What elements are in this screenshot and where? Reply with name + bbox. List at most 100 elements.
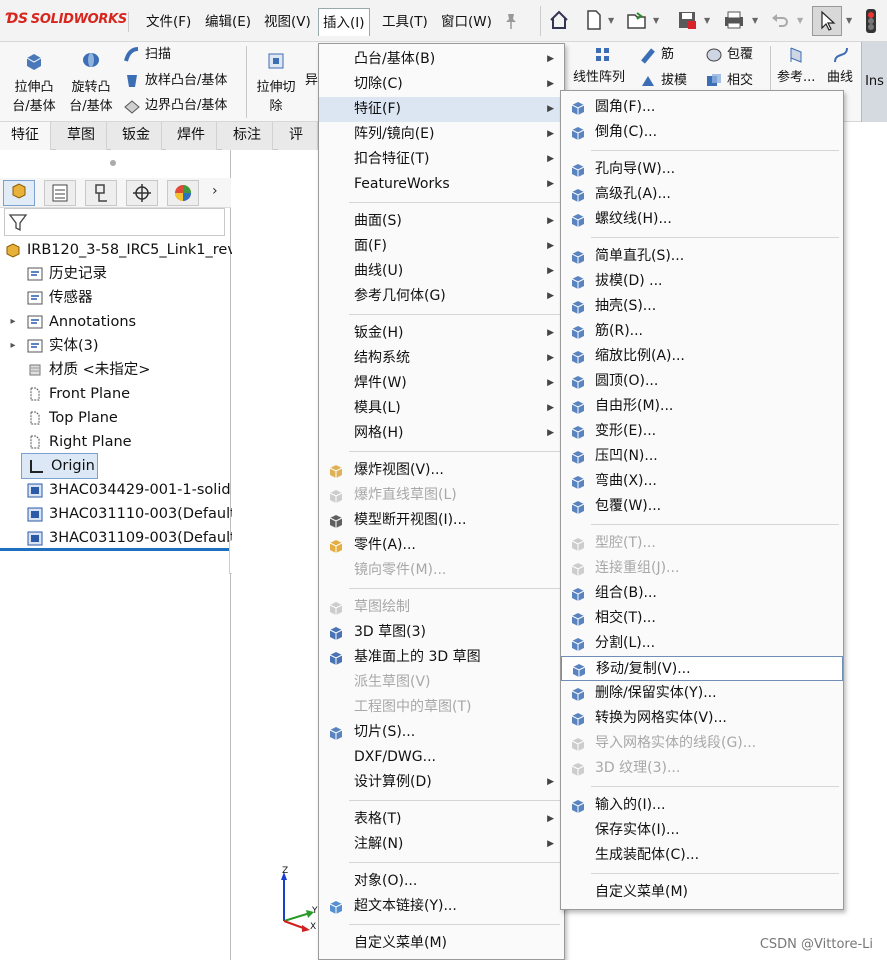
menu-item-feature_menu-11[interactable]: 缩放比例(A)... [561,344,843,369]
expand-arrow-icon[interactable]: ▸ [6,310,20,334]
revolve-boss-button[interactable]: 旋转凸 台/基体 [63,50,119,116]
extrude-cut-button[interactable]: 拉伸切 除 [248,50,304,116]
menu-item-feature_menu-23[interactable]: 分割(L)... [561,631,843,656]
tree-filter-input[interactable] [4,208,225,236]
menu-item-insert_menu-3[interactable]: 阵列/镜向(E) ▶ [319,122,564,147]
print-dropdown-icon[interactable]: ▼ [752,16,758,25]
traffic-light-icon[interactable] [864,8,878,34]
menu-item-insert_menu-2[interactable]: 特征(F) ▶ [319,97,564,122]
menu-item-feature_menu-10[interactable]: 筋(R)... [561,319,843,344]
select-dropdown-icon[interactable]: ▼ [846,16,852,25]
menu-item-feature_menu-34[interactable]: 自定义菜单(M) [561,880,843,905]
reference-geometry-button[interactable]: 参考... [777,67,815,89]
menu-item-insert_menu-8[interactable]: 面(F) ▶ [319,234,564,259]
menu-window[interactable]: 窗口(W) [437,8,496,36]
menu-view[interactable]: 视图(V) [260,8,315,36]
tab-3[interactable]: 焊件 [166,122,217,150]
open-dropdown-icon[interactable]: ▼ [653,16,659,25]
open-icon[interactable] [625,9,649,31]
undo-icon[interactable] [770,10,790,30]
tree-item[interactable]: Right Plane [6,430,132,454]
tree-item[interactable]: Origin [21,453,98,479]
boundary-boss-button[interactable]: 边界凸台/基体 [123,95,227,117]
intersect-button[interactable]: 相交 [705,70,753,92]
menu-item-insert_menu-39[interactable]: 自定义菜单(M) [319,931,564,956]
menu-item-feature_menu-5[interactable]: 螺纹线(H)... [561,207,843,232]
menu-item-feature_menu-12[interactable]: 圆顶(O)... [561,369,843,394]
extrude-boss-button[interactable]: 拉伸凸 台/基体 [6,50,62,116]
menu-item-insert_menu-31[interactable]: 设计算例(D) ▶ [319,770,564,795]
menu-item-feature_menu-9[interactable]: 抽壳(S)... [561,294,843,319]
menu-item-feature_menu-8[interactable]: 拔模(D) ... [561,269,843,294]
menu-item-feature_menu-31[interactable]: 保存实体(I)... [561,818,843,843]
menu-item-insert_menu-33[interactable]: 表格(T) ▶ [319,807,564,832]
loft-boss-button[interactable]: 放样凸台/基体 [123,70,227,92]
pin-icon[interactable] [503,12,519,30]
tree-root[interactable]: IRB120_3-58_IRC5_Link1_rev [4,238,236,262]
tab-2[interactable]: 钣金 [111,122,162,150]
select-icon[interactable] [812,6,842,36]
menu-item-insert_menu-10[interactable]: 参考几何体(G) ▶ [319,284,564,309]
draft-button[interactable]: 拔模 [639,70,687,92]
menu-item-insert_menu-30[interactable]: DXF/DWG... [319,745,564,770]
configuration-manager-tab[interactable] [85,180,117,206]
menu-item-feature_menu-25[interactable]: 删除/保留实体(Y)... [561,681,843,706]
save-dropdown-icon[interactable]: ▼ [704,16,710,25]
menu-item-feature_menu-32[interactable]: 生成装配体(C)... [561,843,843,868]
menu-item-feature_menu-13[interactable]: 自由形(M)... [561,394,843,419]
menu-item-insert_menu-14[interactable]: 焊件(W) ▶ [319,371,564,396]
menu-item-insert_menu-0[interactable]: 凸台/基体(B) ▶ [319,47,564,72]
menu-item-insert_menu-16[interactable]: 网格(H) ▶ [319,421,564,446]
menu-item-feature_menu-17[interactable]: 包覆(W)... [561,494,843,519]
menu-item-insert_menu-4[interactable]: 扣合特征(T) ▶ [319,147,564,172]
menu-item-insert_menu-21[interactable]: 零件(A)... [319,533,564,558]
menu-item-feature_menu-3[interactable]: 孔向导(W)... [561,157,843,182]
tree-item[interactable]: Top Plane [6,406,118,430]
menu-item-insert_menu-13[interactable]: 结构系统 ▶ [319,346,564,371]
instant3d-button[interactable]: Ins [861,42,887,122]
menu-item-insert_menu-37[interactable]: 超文本链接(Y)... [319,894,564,919]
menu-item-insert_menu-1[interactable]: 切除(C) ▶ [319,72,564,97]
menu-tools[interactable]: 工具(T) [378,8,432,36]
dimxpert-tab[interactable] [126,180,158,206]
menu-item-feature_menu-1[interactable]: 倒角(C)... [561,120,843,145]
new-document-icon[interactable] [584,9,604,31]
menu-item-insert_menu-25[interactable]: 3D 草图(3) [319,620,564,645]
menu-item-feature_menu-0[interactable]: 圆角(F)... [561,95,843,120]
menu-item-feature_menu-30[interactable]: 输入的(I)... [561,793,843,818]
menu-item-insert_menu-29[interactable]: 切片(S)... [319,720,564,745]
menu-item-insert_menu-5[interactable]: FeatureWorks ▶ [319,172,564,197]
menu-item-insert_menu-26[interactable]: 基准面上的 3D 草图 [319,645,564,670]
menu-item-feature_menu-16[interactable]: 弯曲(X)... [561,469,843,494]
panel-grip[interactable] [110,160,116,166]
expand-arrow-icon[interactable]: ▸ [6,334,20,358]
menu-item-insert_menu-18[interactable]: 爆炸视图(V)... [319,458,564,483]
property-manager-tab[interactable] [44,180,76,206]
tree-item[interactable]: ▸ Annotations [6,310,136,334]
save-icon[interactable] [676,9,698,31]
tree-item[interactable]: 3HAC034429-001-1-solid [6,478,231,502]
undo-dropdown-icon[interactable]: ▼ [797,16,803,25]
menu-item-feature_menu-15[interactable]: 压凹(N)... [561,444,843,469]
menu-file[interactable]: 文件(F) [142,8,195,36]
tree-item[interactable]: 传感器 [6,286,93,310]
tab-5[interactable]: 评估 [278,122,318,170]
menu-item-feature_menu-26[interactable]: 转换为网格实体(V)... [561,706,843,731]
tree-item[interactable]: 材质 <未指定> [6,358,150,382]
menu-item-feature_menu-24[interactable]: 移动/复制(V)... [561,656,843,681]
display-manager-tab[interactable] [167,180,199,206]
menu-item-insert_menu-20[interactable]: 模型断开视图(I)... [319,508,564,533]
home-icon[interactable] [548,9,570,31]
tab-0[interactable]: 特征 [0,122,51,150]
menu-item-feature_menu-14[interactable]: 变形(E)... [561,419,843,444]
menu-item-feature_menu-7[interactable]: 简单直孔(S)... [561,244,843,269]
menu-item-feature_menu-22[interactable]: 相交(T)... [561,606,843,631]
menu-item-insert_menu-12[interactable]: 钣金(H) ▶ [319,321,564,346]
tree-item[interactable]: ▸ 实体(3) [6,334,98,358]
print-icon[interactable] [722,9,746,31]
feature-manager-tab[interactable] [3,180,35,206]
menu-item-insert_menu-9[interactable]: 曲线(U) ▶ [319,259,564,284]
tab-1[interactable]: 草图 [56,122,107,150]
panel-more-arrow-icon[interactable]: › [212,183,218,199]
menu-item-insert_menu-34[interactable]: 注解(N) ▶ [319,832,564,857]
